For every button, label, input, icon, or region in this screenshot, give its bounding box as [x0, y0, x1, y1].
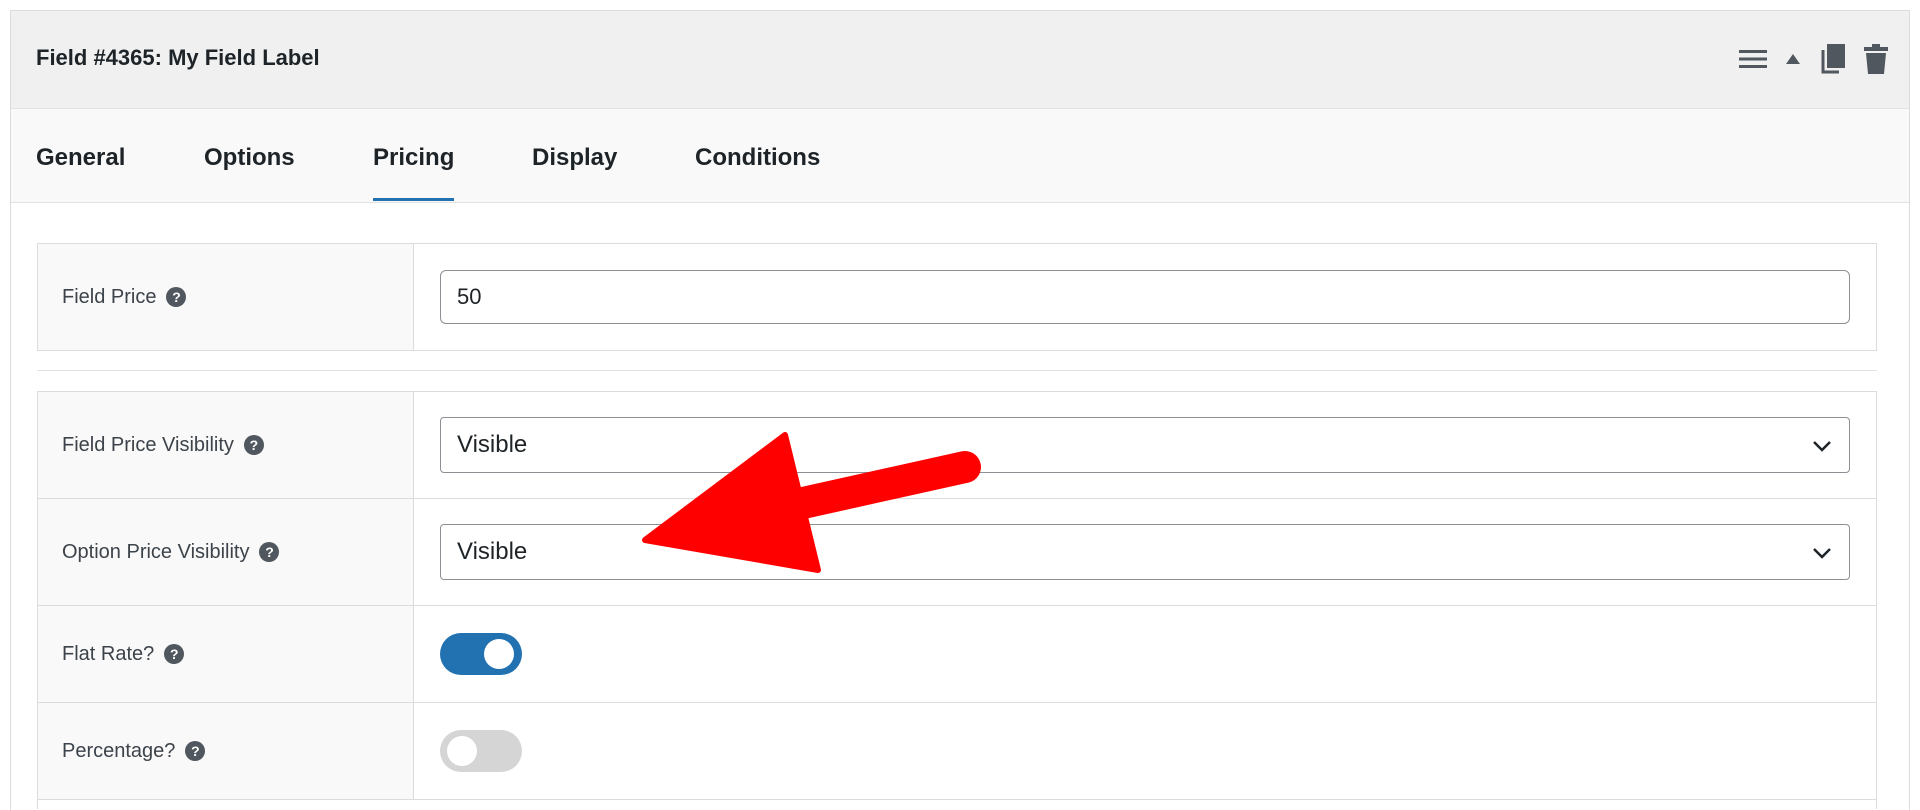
option-price-visibility-label-cell: Option Price Visibility ?	[38, 499, 414, 605]
flat-rate-label-cell: Flat Rate? ?	[38, 606, 414, 702]
field-price-visibility-value: Visible	[457, 431, 528, 458]
toggle-knob	[447, 736, 477, 766]
help-icon[interactable]: ?	[259, 542, 280, 562]
tab-general[interactable]: General	[36, 144, 125, 198]
flat-rate-toggle[interactable]	[440, 633, 522, 675]
header-actions	[1739, 44, 1889, 74]
duplicate-icon[interactable]	[1819, 44, 1845, 74]
visibility-settings-table: Field Price Visibility ? Visible Option …	[37, 391, 1877, 809]
field-price-visibility-label: Field Price Visibility	[62, 433, 234, 456]
toggle-knob	[484, 639, 514, 669]
collapse-up-icon[interactable]	[1785, 52, 1801, 66]
trash-icon[interactable]	[1863, 44, 1889, 74]
field-price-visibility-select[interactable]: Visible	[440, 417, 1850, 473]
option-price-visibility-cell: Visible	[440, 499, 1850, 605]
row-field-price: Field Price ?	[38, 244, 1876, 350]
menu-icon[interactable]	[1739, 48, 1767, 70]
help-icon[interactable]: ?	[243, 435, 264, 455]
section-divider	[37, 370, 1877, 371]
option-price-visibility-select[interactable]: Visible	[440, 524, 1850, 580]
row-option-price-visibility: Option Price Visibility ? Visible	[38, 499, 1876, 606]
row-flat-rate: Flat Rate? ?	[38, 606, 1876, 703]
field-price-visibility-label-cell: Field Price Visibility ?	[38, 392, 414, 498]
field-header: Field #4365: My Field Label	[11, 11, 1909, 109]
row-field-price-visibility: Field Price Visibility ? Visible	[38, 392, 1876, 499]
percentage-toggle[interactable]	[440, 730, 522, 772]
chevron-down-icon	[1811, 542, 1833, 571]
help-icon[interactable]: ?	[185, 741, 206, 761]
flat-rate-cell	[440, 606, 1850, 702]
field-editor-panel: Field #4365: My Field Label General Opti…	[10, 10, 1910, 810]
flat-rate-label: Flat Rate?	[62, 642, 155, 665]
help-icon[interactable]: ?	[164, 644, 185, 664]
tab-pricing[interactable]: Pricing	[373, 144, 455, 201]
option-price-visibility-label: Option Price Visibility	[62, 540, 250, 563]
field-title: Field #4365: My Field Label	[36, 45, 320, 70]
percentage-cell	[440, 703, 1850, 799]
field-price-visibility-cell: Visible	[440, 392, 1850, 498]
percentage-label: Percentage?	[62, 739, 176, 762]
tab-conditions[interactable]: Conditions	[695, 144, 820, 198]
tab-display[interactable]: Display	[532, 144, 617, 198]
row-percentage: Percentage? ?	[38, 703, 1876, 800]
tab-bar: General Options Pricing Display Conditio…	[11, 109, 1909, 203]
field-price-input[interactable]	[440, 270, 1850, 324]
tab-options[interactable]: Options	[204, 144, 295, 198]
field-price-label: Field Price	[62, 285, 157, 308]
option-price-visibility-value: Visible	[457, 538, 528, 565]
percentage-label-cell: Percentage? ?	[38, 703, 414, 799]
field-price-cell	[440, 244, 1850, 350]
price-settings-table: Field Price ?	[37, 243, 1877, 351]
field-price-label-cell: Field Price ?	[38, 244, 414, 350]
chevron-down-icon	[1811, 435, 1833, 464]
help-icon[interactable]: ?	[166, 287, 187, 307]
